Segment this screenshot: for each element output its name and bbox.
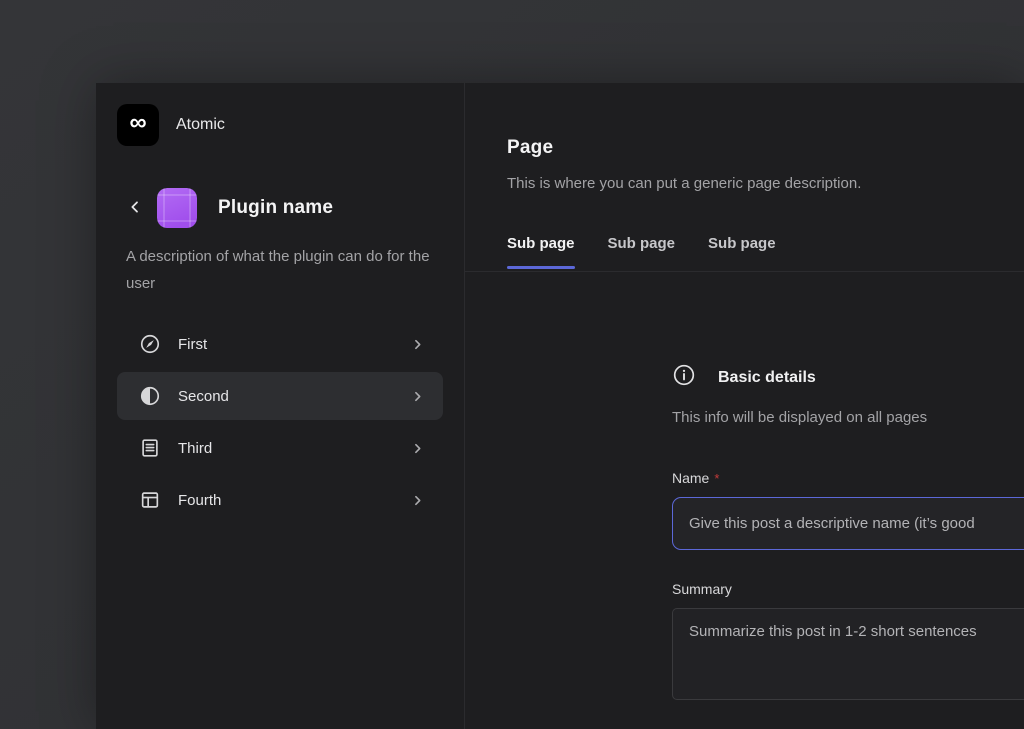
sidebar-nav: First Second (117, 320, 443, 524)
page-title: Page (507, 137, 1024, 159)
name-input[interactable] (672, 497, 1024, 550)
chevron-right-icon (411, 338, 424, 351)
name-label: Name * (672, 470, 1024, 486)
sub-page-tabs: Sub page Sub page Sub page (507, 235, 1024, 269)
sidebar-item-label: First (178, 336, 207, 353)
section-subtitle: This info will be displayed on all pages (672, 409, 1024, 426)
main-content: Page This is where you can put a generic… (465, 83, 1024, 729)
name-label-text: Name (672, 470, 709, 486)
tab-sub-page-3[interactable]: Sub page (708, 235, 776, 269)
chevron-right-icon (411, 390, 424, 403)
document-icon (139, 437, 161, 459)
summary-textarea[interactable] (672, 608, 1024, 700)
sidebar-item-fourth[interactable]: Fourth (117, 476, 443, 524)
tab-sub-page-2[interactable]: Sub page (608, 235, 676, 269)
brand-name: Atomic (176, 116, 225, 134)
plugin-description: A description of what the plugin can do … (126, 243, 438, 297)
summary-field-group: Summary (672, 581, 1024, 705)
name-field-group: Name * (672, 470, 1024, 550)
desktop-background: ∞ Atomic (0, 0, 1024, 729)
compass-icon (139, 333, 161, 355)
layout-icon (139, 489, 161, 511)
basic-details-form: Basic details This info will be displaye… (672, 363, 1024, 705)
section-title: Basic details (718, 369, 816, 387)
brand: ∞ Atomic (117, 104, 443, 146)
back-button[interactable] (126, 199, 144, 217)
sidebar-item-label: Third (178, 440, 212, 457)
infinity-icon: ∞ (129, 111, 146, 135)
chevron-right-icon (411, 442, 424, 455)
section-header: Basic details (672, 363, 1024, 392)
info-icon (672, 363, 696, 392)
tabs-divider (465, 271, 1024, 272)
plugin-window: ∞ Atomic (96, 83, 1024, 729)
sidebar-item-label: Second (178, 388, 229, 405)
required-marker: * (714, 471, 719, 486)
plugin-icon (157, 188, 197, 228)
sidebar-item-first[interactable]: First (117, 320, 443, 368)
page-header: Page This is where you can put a generic… (465, 83, 1024, 269)
summary-label: Summary (672, 581, 1024, 597)
chevron-left-icon (127, 199, 143, 218)
sidebar: ∞ Atomic (96, 83, 465, 729)
sidebar-item-label: Fourth (178, 492, 221, 509)
page-description: This is where you can put a generic page… (507, 175, 1024, 192)
atomic-logo: ∞ (117, 104, 159, 146)
plugin-name: Plugin name (218, 197, 333, 219)
sidebar-item-second[interactable]: Second (117, 372, 443, 420)
chevron-right-icon (411, 494, 424, 507)
contrast-icon (139, 385, 161, 407)
tab-sub-page-1[interactable]: Sub page (507, 235, 575, 269)
plugin-header: Plugin name (117, 188, 443, 228)
sidebar-item-third[interactable]: Third (117, 424, 443, 472)
